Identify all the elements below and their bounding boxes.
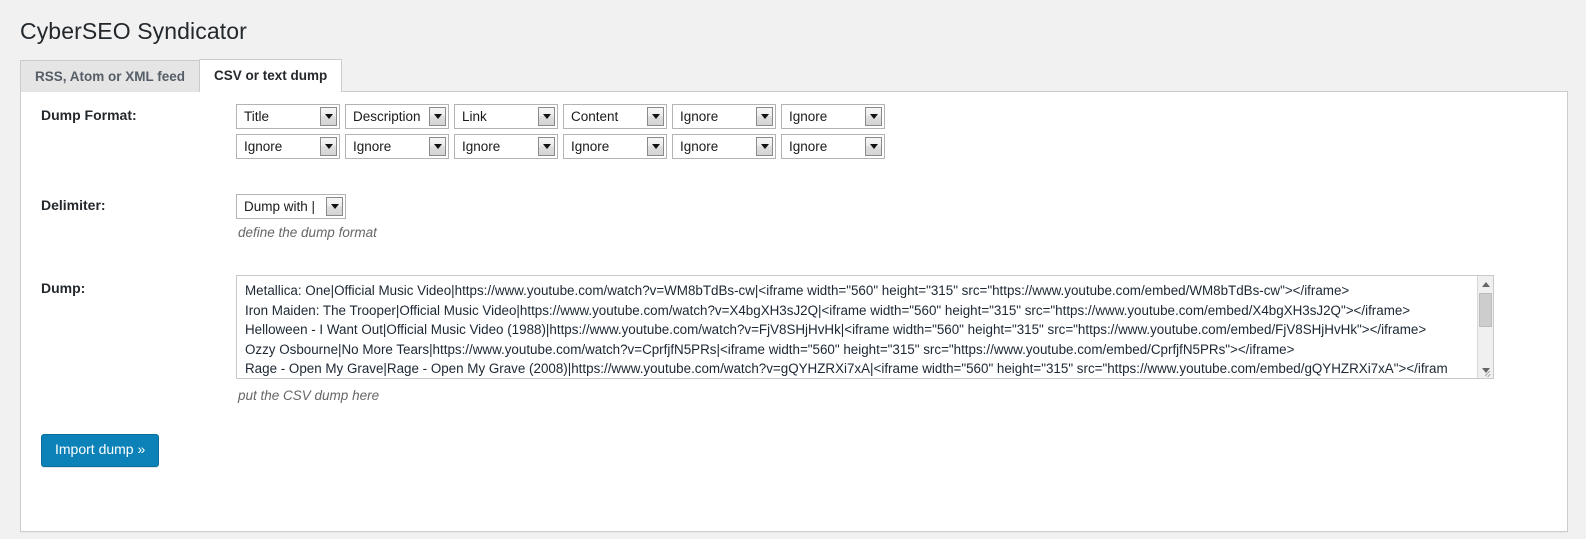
chevron-down-icon[interactable] xyxy=(429,106,446,126)
dump-format-select-4[interactable]: Content xyxy=(563,103,667,129)
chevron-down-icon[interactable] xyxy=(429,136,446,156)
dump-format-select-11[interactable]: Ignore xyxy=(672,133,776,159)
page-title: CyberSEO Syndicator xyxy=(20,18,247,44)
tab-label: RSS, Atom or XML feed xyxy=(35,68,186,84)
chevron-down-icon[interactable] xyxy=(647,106,664,126)
dump-textarea-content[interactable]: Metallica: One|Official Music Video|http… xyxy=(237,276,1477,378)
dump-format-select-8[interactable]: Ignore xyxy=(345,133,449,159)
chevron-down-icon[interactable] xyxy=(865,106,882,126)
dump-row: Dump: Metallica: One|Official Music Vide… xyxy=(21,263,1567,406)
dump-format-row-2: Ignore Ignore Ignore Ignore Ignore Ignor… xyxy=(236,133,1567,159)
dump-format-select-1-value: Title xyxy=(244,108,270,124)
dump-format-select-5-value: Ignore xyxy=(680,108,719,124)
delimiter-label: Delimiter: xyxy=(41,196,106,213)
dump-textarea[interactable]: Metallica: One|Official Music Video|http… xyxy=(236,275,1494,380)
delimiter-select[interactable]: Dump with | xyxy=(236,193,346,219)
dump-format-select-9-value: Ignore xyxy=(462,138,501,154)
chevron-down-icon[interactable] xyxy=(756,106,773,126)
settings-panel: Dump Format: Title Description Link Cont… xyxy=(20,90,1568,532)
dump-format-label: Dump Format: xyxy=(41,106,137,123)
resize-grip-icon[interactable] xyxy=(1480,365,1492,378)
chevron-down-icon[interactable] xyxy=(320,136,337,156)
tab-strip: RSS, Atom or XML feed CSV or text dump xyxy=(0,58,1586,92)
scroll-up-arrow-icon[interactable] xyxy=(1478,276,1493,293)
scrollbar-thumb[interactable] xyxy=(1479,293,1492,328)
dump-format-select-9[interactable]: Ignore xyxy=(454,133,558,159)
dump-format-select-10-value: Ignore xyxy=(571,138,610,154)
chevron-down-icon[interactable] xyxy=(647,136,664,156)
dump-format-select-3[interactable]: Link xyxy=(454,103,558,129)
chevron-down-icon[interactable] xyxy=(538,106,555,126)
dump-format-fields: Title Description Link Content Ignore Ig… xyxy=(236,92,1567,164)
delimiter-field: Dump with | define the dump format xyxy=(236,182,1567,243)
dump-line: Metallica: One|Official Music Video|http… xyxy=(245,283,1350,299)
dump-format-select-2[interactable]: Description xyxy=(345,103,449,129)
delimiter-row: Delimiter: Dump with | define the dump f… xyxy=(21,182,1567,243)
dump-line: Iron Maiden: The Trooper|Official Music … xyxy=(245,302,1411,318)
chevron-down-icon[interactable] xyxy=(756,136,773,156)
dump-format-select-12-value: Ignore xyxy=(789,138,828,154)
import-dump-button[interactable]: Import dump » xyxy=(41,434,160,467)
dump-format-select-7-value: Ignore xyxy=(244,138,283,154)
dump-format-select-grid: Title Description Link Content Ignore Ig… xyxy=(236,103,1567,159)
dump-format-select-10[interactable]: Ignore xyxy=(563,133,667,159)
dump-format-select-2-value: Description xyxy=(353,108,421,124)
dump-format-select-3-value: Link xyxy=(462,108,487,124)
dump-field: Metallica: One|Official Music Video|http… xyxy=(236,263,1567,406)
dump-textarea-scrollbar[interactable] xyxy=(1477,276,1493,379)
dump-format-select-4-value: Content xyxy=(571,108,619,124)
dump-line: Rage - Open My Grave|Rage - Open My Grav… xyxy=(245,361,1448,377)
delimiter-select-value: Dump with | xyxy=(244,198,316,214)
dump-format-select-1[interactable]: Title xyxy=(236,103,340,129)
dump-format-select-11-value: Ignore xyxy=(680,138,719,154)
chevron-down-icon[interactable] xyxy=(320,106,337,126)
tab-csv-or-text-dump[interactable]: CSV or text dump xyxy=(199,58,343,92)
tab-label: CSV or text dump xyxy=(214,68,328,84)
dump-format-select-8-value: Ignore xyxy=(353,138,392,154)
tab-rss-atom-xml-feed[interactable]: RSS, Atom or XML feed xyxy=(20,59,201,92)
delimiter-hint: define the dump format xyxy=(238,224,377,240)
dump-format-row: Dump Format: Title Description Link Cont… xyxy=(21,92,1567,164)
dump-line: Ozzy Osbourne|No More Tears|https://www.… xyxy=(245,341,1295,357)
dump-format-select-7[interactable]: Ignore xyxy=(236,133,340,159)
dump-format-select-5[interactable]: Ignore xyxy=(672,103,776,129)
chevron-down-icon[interactable] xyxy=(538,136,555,156)
dump-label: Dump: xyxy=(41,280,86,297)
dump-format-select-6-value: Ignore xyxy=(789,108,828,124)
dump-line: Helloween - I Want Out|Official Music Vi… xyxy=(245,322,1427,338)
dump-format-select-6[interactable]: Ignore xyxy=(781,103,885,129)
chevron-down-icon[interactable] xyxy=(326,196,343,216)
chevron-down-icon[interactable] xyxy=(865,136,882,156)
submit-row: Import dump » xyxy=(21,406,1567,467)
dump-format-select-12[interactable]: Ignore xyxy=(781,133,885,159)
dump-format-row-1: Title Description Link Content Ignore Ig… xyxy=(236,103,1567,129)
dump-hint: put the CSV dump here xyxy=(238,388,380,404)
